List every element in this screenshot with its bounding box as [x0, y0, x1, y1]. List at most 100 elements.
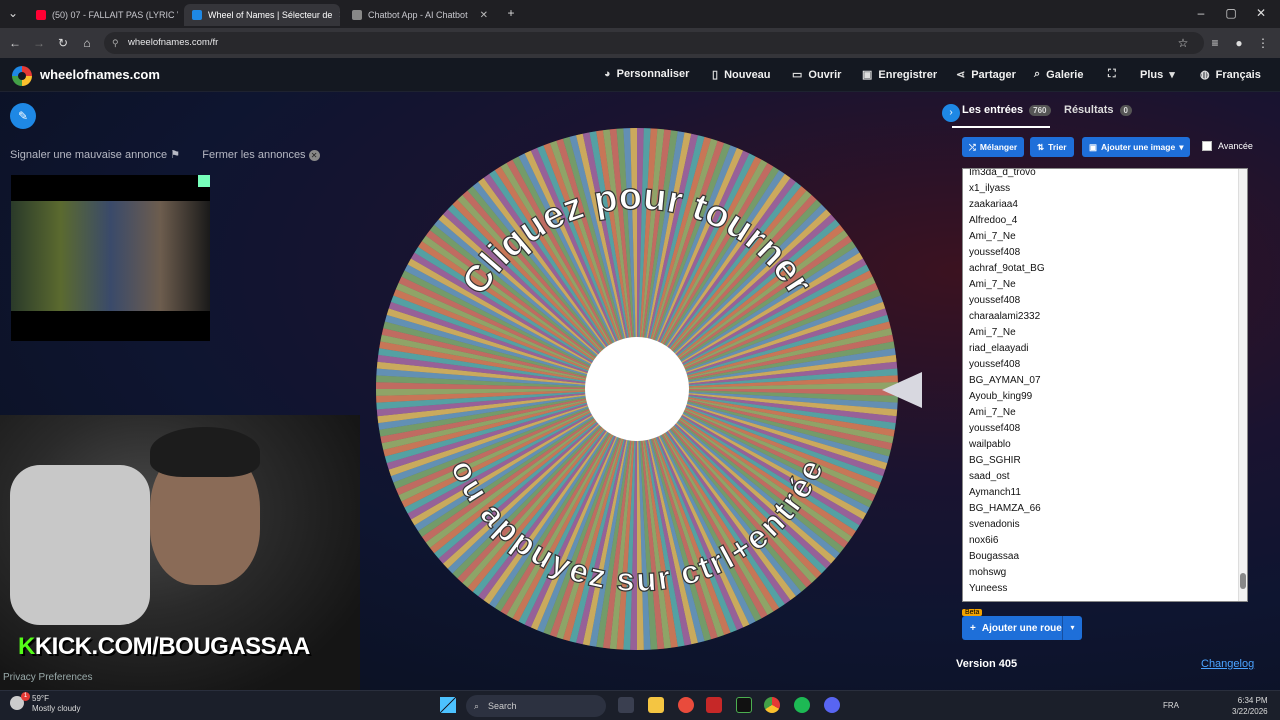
browser-tab-1[interactable]: Wheel of Names | Sélecteur de ✕: [184, 4, 340, 26]
site-info-icon[interactable]: ⚲: [112, 32, 119, 54]
report-ad-link[interactable]: Signaler une mauvaise annonce: [10, 149, 167, 161]
ad-video[interactable]: [11, 175, 210, 341]
system-clock[interactable]: 6:34 PM 3/22/2026: [1232, 695, 1268, 717]
list-item[interactable]: Ami_7_Ne: [969, 325, 1247, 341]
add-image-button[interactable]: ▣ Ajouter une image ▾: [1082, 137, 1191, 157]
url-field[interactable]: ⚲ wheelofnames.com/fr: [104, 32, 1204, 54]
ad-thumbnail[interactable]: [11, 201, 210, 311]
list-item[interactable]: svenadonis: [969, 517, 1247, 533]
wheel-center[interactable]: [585, 337, 689, 441]
list-item[interactable]: Yuneess: [969, 581, 1247, 597]
list-item[interactable]: Bougassaa: [969, 549, 1247, 565]
list-item[interactable]: saad_ost: [969, 469, 1247, 485]
list-item[interactable]: youssef408: [969, 357, 1247, 373]
collapse-chevron-icon[interactable]: ›: [942, 104, 960, 122]
add-wheel-dropdown-icon[interactable]: ▾: [1062, 616, 1082, 640]
wheel-graphic[interactable]: Cliquez pour tourner ou appuyez sur ctrl…: [376, 128, 898, 650]
task-view-icon[interactable]: [618, 697, 634, 713]
close-icon[interactable]: ✕: [338, 10, 340, 21]
tab-entries[interactable]: Les entrées 760: [962, 104, 1051, 116]
privacy-preferences-link[interactable]: Privacy Preferences: [3, 672, 92, 683]
menu-item-7[interactable]: Plus ▾: [1140, 68, 1175, 82]
app-icon[interactable]: [678, 697, 694, 713]
site-name[interactable]: wheelofnames.com: [40, 67, 160, 82]
list-item[interactable]: Aymanch11: [969, 485, 1247, 501]
entries-scrollbar[interactable]: [1238, 169, 1247, 601]
back-icon[interactable]: ←: [6, 34, 24, 52]
windows-start-icon[interactable]: [440, 697, 456, 713]
list-item[interactable]: Ami_7_Ne: [969, 277, 1247, 293]
wheel-logo-icon[interactable]: [12, 66, 32, 86]
browser-menu-icon[interactable]: ⋮: [1254, 34, 1272, 52]
changelog-link[interactable]: Changelog: [1201, 658, 1254, 670]
list-item[interactable]: wailpablo: [969, 437, 1247, 453]
list-item[interactable]: BG_AYMAN_07: [969, 373, 1247, 389]
list-item[interactable]: Im3da_d_trovo: [969, 169, 1247, 181]
forward-icon[interactable]: →: [30, 34, 48, 52]
list-item[interactable]: youssef408: [969, 421, 1247, 437]
terminal-icon[interactable]: [736, 697, 752, 713]
list-item[interactable]: achraf_9otat_BG: [969, 261, 1247, 277]
menu-item-4[interactable]: ⋖ Partager: [956, 68, 1016, 82]
profile-avatar[interactable]: ●: [1230, 34, 1248, 52]
list-item[interactable]: youssef408: [969, 245, 1247, 261]
minimize-icon[interactable]: –: [1192, 4, 1210, 22]
list-item[interactable]: nox6i6: [969, 533, 1247, 549]
input-language[interactable]: FRA: [1163, 701, 1179, 710]
close-icon[interactable]: ✕: [480, 10, 488, 21]
file-icon: ▯: [712, 69, 719, 81]
shuffle-button[interactable]: ⤮ Mélanger: [962, 137, 1025, 157]
list-item[interactable]: x1_ilyass: [969, 181, 1247, 197]
chrome-icon[interactable]: [764, 697, 780, 713]
menu-item-6[interactable]: ⛶: [1108, 68, 1122, 81]
list-item[interactable]: youssef408: [969, 293, 1247, 309]
tab-results[interactable]: Résultats 0: [1064, 104, 1132, 116]
advanced-checkbox[interactable]: [1202, 141, 1212, 151]
list-item[interactable]: Alfredoo_4: [969, 213, 1247, 229]
reload-icon[interactable]: ↻: [54, 34, 72, 52]
tab-results-label: Résultats: [1064, 104, 1114, 116]
close-icon[interactable]: ✕: [308, 149, 320, 161]
list-item[interactable]: charaalami2332: [969, 309, 1247, 325]
browser-tab-2[interactable]: Chatbot App - AI Chatbot ✕: [344, 4, 496, 26]
menu-item-5[interactable]: ⌕ Galerie: [1034, 68, 1083, 81]
home-icon[interactable]: ⌂: [78, 34, 96, 52]
discord-icon[interactable]: [824, 697, 840, 713]
list-item[interactable]: mohswg: [969, 565, 1247, 581]
spotify-icon[interactable]: [794, 697, 810, 713]
taskbar-search[interactable]: ⌕ Search: [466, 695, 606, 717]
menu-item-3[interactable]: ▣ Enregistrer: [862, 68, 937, 82]
list-item[interactable]: Ayoub_king99: [969, 389, 1247, 405]
list-item[interactable]: BG_SGHIR: [969, 453, 1247, 469]
list-item[interactable]: BG_HAMZA_66: [969, 501, 1247, 517]
list-item[interactable]: zaakariaa4: [969, 197, 1247, 213]
entries-textarea[interactable]: Im3da_d_trovo x1_ilyass zaakariaa4 Alfredoo…: [962, 168, 1248, 602]
palette-icon: ◕: [604, 68, 611, 80]
maximize-icon[interactable]: ▢: [1222, 4, 1240, 22]
entries-count-badge: 760: [1029, 104, 1051, 116]
menu-item-0[interactable]: ◕ Personnaliser: [604, 68, 689, 80]
list-item[interactable]: Ami_7_Ne: [969, 229, 1247, 245]
pdf-reader-icon[interactable]: [706, 697, 722, 713]
extensions-icon[interactable]: ≡: [1206, 34, 1224, 52]
wheel-pointer-icon: [882, 372, 922, 408]
tab-list-icon[interactable]: ⌄: [4, 4, 22, 22]
menu-label: Ouvrir: [808, 68, 842, 81]
close-window-icon[interactable]: ✕: [1252, 4, 1270, 22]
wheel[interactable]: Cliquez pour tourner ou appuyez sur ctrl…: [376, 128, 898, 650]
menu-item-1[interactable]: ▯ Nouveau: [712, 68, 771, 82]
ad-badge-icon: [198, 175, 210, 187]
menu-item-2[interactable]: ▭ Ouvrir: [792, 68, 842, 82]
menu-item-8[interactable]: ◍ Français: [1200, 68, 1261, 82]
list-item[interactable]: Ami_7_Ne: [969, 405, 1247, 421]
close-ads-link[interactable]: Fermer les annonces: [202, 149, 305, 161]
new-tab-icon[interactable]: +: [502, 4, 520, 22]
sort-button[interactable]: ⇅ Trier: [1030, 137, 1074, 157]
bookmark-star-icon[interactable]: ☆: [1174, 34, 1192, 52]
list-item[interactable]: riad_elaayadi: [969, 341, 1247, 357]
edit-pencil-icon[interactable]: ✎: [10, 103, 36, 129]
file-explorer-icon[interactable]: [648, 697, 664, 713]
scrollbar-thumb[interactable]: [1240, 573, 1246, 589]
weather-widget[interactable]: 59°F Mostly cloudy: [32, 694, 80, 714]
browser-tab-0[interactable]: (50) 07 - FALLAIT PAS (LYRIC VI ✕: [28, 4, 178, 26]
